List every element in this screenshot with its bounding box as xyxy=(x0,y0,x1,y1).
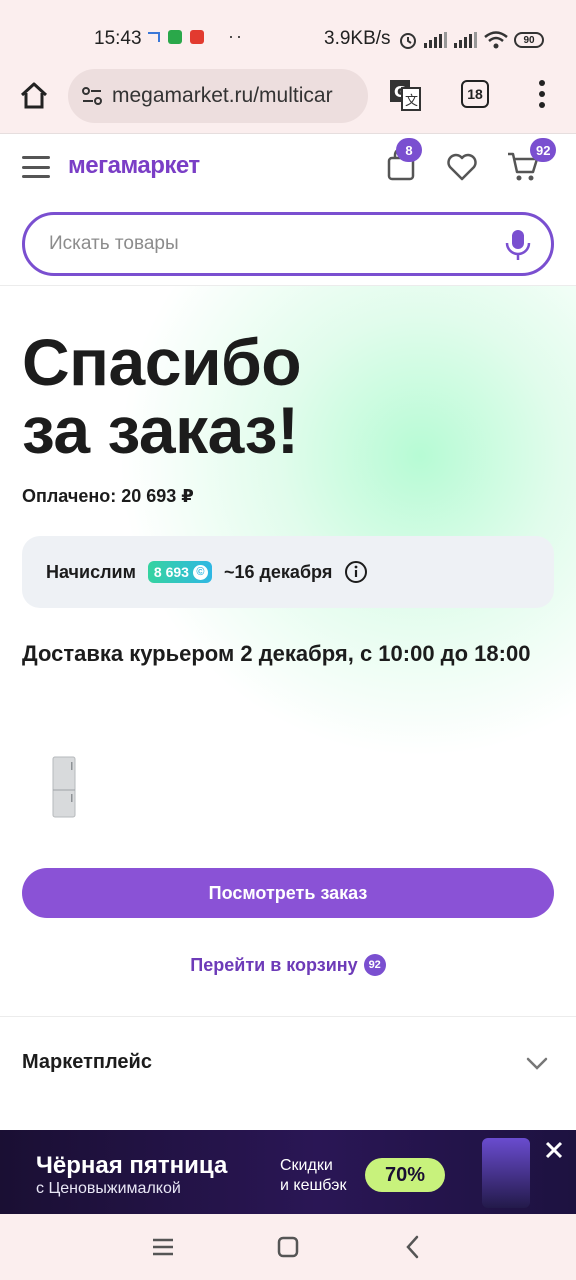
system-icons: 90 xyxy=(398,30,544,50)
notification-icon xyxy=(190,30,204,44)
banner-subtitle: с Ценовыжималкой xyxy=(36,1180,181,1197)
banner-discount-line-1: Скидки xyxy=(280,1157,333,1174)
product-image-refrigerator[interactable] xyxy=(52,756,76,818)
bonus-amount: 8 693 xyxy=(153,564,189,580)
notification-icon xyxy=(168,30,182,44)
banner-discount-line-2: и кешбэк xyxy=(280,1177,347,1194)
battery-icon: 90 xyxy=(514,32,544,48)
orders-badge: 8 xyxy=(396,138,422,162)
bonus-date: ~16 декабря xyxy=(223,561,333,582)
paid-amount: Оплачено: 20 693 ₽ xyxy=(22,486,194,506)
title-line-1: Спасибо xyxy=(22,325,302,399)
bonus-label: Начислим xyxy=(46,561,136,582)
hamburger-menu-icon[interactable] xyxy=(22,156,50,178)
banner-percent-pill: 70% xyxy=(365,1158,445,1192)
alarm-icon xyxy=(400,33,416,49)
network-speed: 3.9KB/s xyxy=(324,28,391,49)
notification-icons xyxy=(148,30,204,44)
site-settings-icon[interactable] xyxy=(80,84,104,108)
address-bar[interactable]: megamarket.ru/multicar xyxy=(68,69,368,123)
status-bar: 15:43 ·· 3.9KB/s 90 xyxy=(0,0,576,66)
promo-banner[interactable]: Чёрная пятница с Ценовыжималкой Скидки и… xyxy=(0,1130,576,1214)
cart-badge: 92 xyxy=(530,138,557,162)
microphone-icon[interactable] xyxy=(505,229,531,261)
tab-switcher-button[interactable]: 18 xyxy=(461,80,489,108)
order-confirmation: Спасибо за заказ! Оплачено: 20 693 ₽ Нач… xyxy=(0,286,576,1016)
status-time: 15:43 xyxy=(94,28,142,49)
banner-product-image xyxy=(482,1138,530,1208)
view-order-button[interactable]: Посмотреть заказ xyxy=(22,868,554,918)
search-placeholder: Искать товары xyxy=(49,233,179,254)
url-text: megamarket.ru/multicar xyxy=(112,84,333,107)
site-header: мегамаркет 8 92 Искать товары xyxy=(0,134,576,286)
home-square-icon[interactable] xyxy=(275,1234,301,1260)
info-icon[interactable] xyxy=(344,560,368,584)
delivery-info: Доставка курьером 2 декабря, с 10:00 до … xyxy=(22,641,531,666)
home-icon[interactable] xyxy=(18,80,50,112)
more-notifications-icon: ·· xyxy=(228,26,244,46)
back-chevron-icon[interactable] xyxy=(400,1234,426,1260)
svg-text:文: 文 xyxy=(405,94,418,109)
signal-icon xyxy=(424,32,447,48)
wifi-icon xyxy=(484,31,508,49)
chevron-down-icon[interactable] xyxy=(526,1057,548,1071)
close-icon[interactable] xyxy=(544,1140,564,1160)
bonus-coin-icon: © xyxy=(192,564,208,580)
banner-discount-text: Скидки и кешбэк xyxy=(280,1156,346,1196)
banner-title: Чёрная пятница xyxy=(36,1152,228,1179)
page-title: Спасибо за заказ! xyxy=(22,325,302,467)
marketplace-label: Маркетплейс xyxy=(22,1051,152,1073)
go-to-cart-badge: 92 xyxy=(363,954,386,976)
bonus-chip: 8 693 © xyxy=(147,561,212,583)
notification-icon xyxy=(148,32,160,42)
signal-icon xyxy=(454,32,477,48)
browser-menu-button[interactable] xyxy=(532,78,552,110)
title-line-2: за заказ! xyxy=(22,393,299,467)
go-to-cart-link[interactable]: Перейти в корзину 92 xyxy=(0,954,576,976)
system-navigation-bar xyxy=(0,1214,576,1280)
go-to-cart-label: Перейти в корзину xyxy=(190,954,358,975)
favorites-heart-icon[interactable] xyxy=(445,150,479,184)
site-logo[interactable]: мегамаркет xyxy=(68,152,200,180)
bonus-info-box: Начислим 8 693 © ~16 декабря xyxy=(22,536,554,608)
translate-icon[interactable]: G文 xyxy=(388,78,422,112)
marketplace-section[interactable]: Маркетплейс xyxy=(0,1016,576,1130)
browser-toolbar: megamarket.ru/multicar G文 18 xyxy=(0,66,576,134)
search-input[interactable]: Искать товары xyxy=(22,212,554,276)
recents-menu-icon[interactable] xyxy=(150,1234,176,1260)
